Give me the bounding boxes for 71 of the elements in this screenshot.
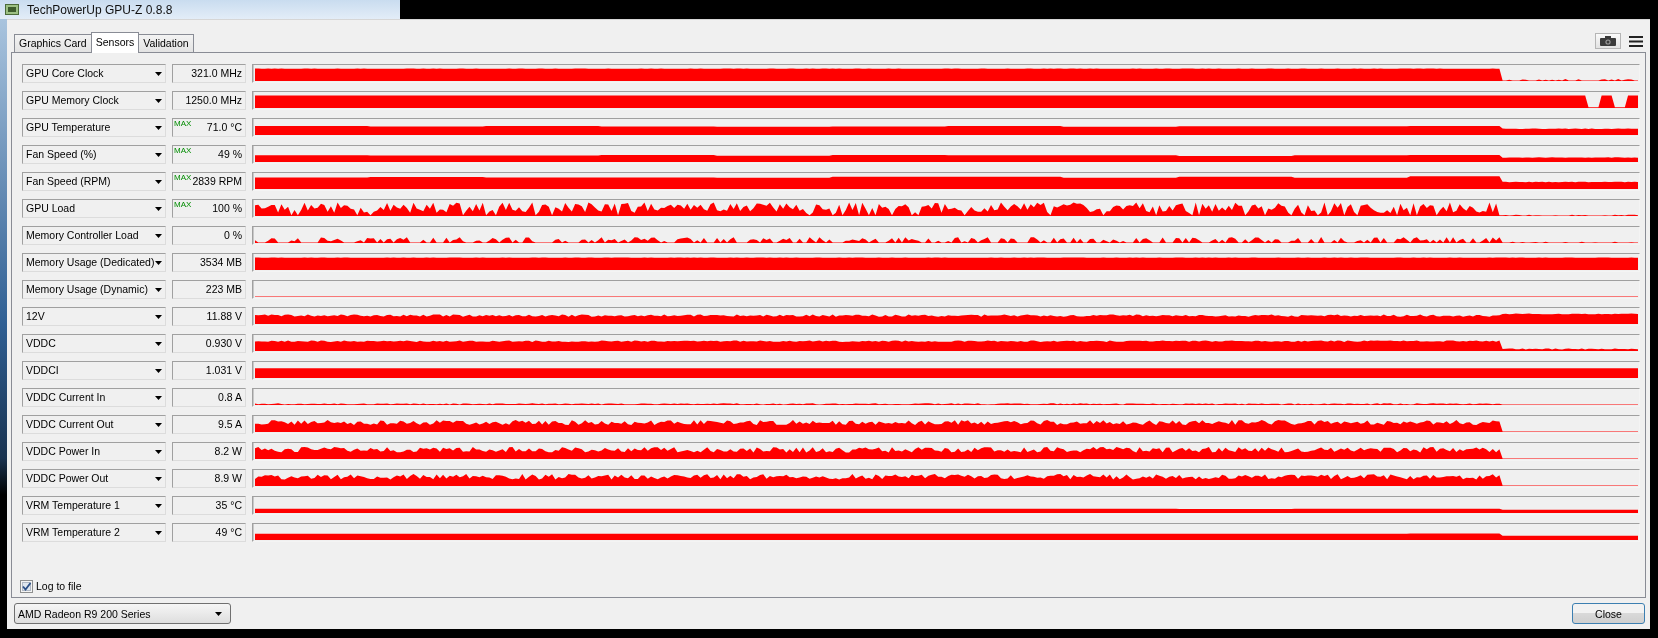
caret-icon [155, 422, 162, 427]
sensor-reading: 223 MB [205, 282, 242, 297]
caret-icon [155, 98, 162, 103]
sensor-dropdown[interactable]: Memory Controller Load [22, 226, 166, 245]
log-checkbox[interactable] [20, 579, 33, 593]
caret-icon [215, 611, 222, 616]
caret-icon [155, 476, 162, 481]
sensor-dropdown[interactable]: VDDCI [22, 361, 166, 380]
screenshot-button[interactable] [1595, 33, 1621, 49]
sensor-reading: 49 °C [215, 525, 242, 540]
device-dropdown[interactable]: AMD Radeon R9 200 Series [14, 603, 231, 624]
sensor-dropdown[interactable]: VDDC [22, 334, 166, 353]
mode-label: MAX [174, 147, 192, 155]
sensor-reading: 1250.0 MHz [185, 93, 242, 108]
caret-icon [155, 530, 162, 535]
mode-label: MAX [174, 174, 192, 182]
sensor-dropdown[interactable]: GPU Load [22, 199, 166, 218]
sensor-reading: 8.2 W [214, 444, 242, 459]
sensor-dropdown[interactable]: VDDC Power In [22, 442, 166, 461]
app-icon [5, 4, 19, 15]
sensor-reading: 100 % [212, 201, 242, 216]
sensor-reading: 8.9 W [214, 471, 242, 486]
window-title: TechPowerUp GPU-Z 0.8.8 [27, 2, 173, 17]
sensor-reading: 1.031 V [205, 363, 242, 378]
sensor-reading: 3534 MB [199, 255, 242, 270]
menu-icon[interactable] [1629, 35, 1643, 47]
caret-icon [155, 395, 162, 400]
sensor-reading: 0.8 A [218, 390, 242, 405]
sensor-dropdown[interactable]: Fan Speed (RPM) [22, 172, 166, 191]
caret-icon [155, 449, 162, 454]
caret-icon [155, 71, 162, 76]
sensor-dropdown[interactable]: Memory Usage (Dedicated) [22, 253, 166, 272]
sensor-dropdown[interactable]: VRM Temperature 2 [22, 523, 166, 542]
sensor-dropdown[interactable]: VDDC Current In [22, 388, 166, 407]
close-button[interactable]: Close [1572, 603, 1645, 624]
sensor-dropdown[interactable]: VDDC Current Out [22, 415, 166, 434]
sensor-dropdown[interactable]: GPU Core Clock [22, 64, 166, 83]
camera-icon [1600, 36, 1616, 46]
caret-icon [155, 314, 162, 319]
caret-icon [155, 341, 162, 346]
caret-icon [155, 125, 162, 130]
sensor-reading: 11.88 V [206, 309, 242, 324]
caret-icon [155, 233, 162, 238]
sensor-dropdown[interactable]: GPU Temperature [22, 118, 166, 137]
mode-label: MAX [174, 201, 192, 209]
caret-icon [155, 206, 162, 211]
sensor-reading: 71.0 °C [206, 120, 242, 135]
caret-icon [155, 260, 163, 265]
caret-icon [155, 503, 162, 508]
sensor-reading: 35 °C [215, 498, 242, 513]
caret-icon [155, 179, 162, 184]
sensor-dropdown[interactable]: 12V [22, 307, 166, 326]
caret-icon [155, 152, 162, 157]
sensor-reading: 9.5 A [218, 417, 242, 432]
sensor-dropdown[interactable]: Fan Speed (%) [22, 145, 166, 164]
sensor-dropdown[interactable]: Memory Usage (Dynamic) [22, 280, 166, 299]
sensor-reading: 321.0 MHz [191, 66, 242, 81]
sensor-dropdown[interactable]: VDDC Power Out [22, 469, 166, 488]
caret-icon [155, 287, 162, 292]
tab[interactable]: Graphics Card [14, 34, 92, 52]
tab[interactable]: Validation [138, 34, 194, 52]
checkbox-label[interactable]: Log to file [36, 579, 82, 593]
mode-label: MAX [174, 120, 192, 128]
sensor-dropdown[interactable]: GPU Memory Clock [22, 91, 166, 110]
sensor-reading: 49 % [218, 147, 242, 162]
sensor-reading: 0.930 V [205, 336, 242, 351]
tab[interactable]: Sensors [90, 32, 140, 53]
sensor-reading: 2839 RPM [192, 174, 242, 189]
caret-icon [155, 368, 162, 373]
sensor-reading: 0 % [223, 228, 242, 243]
sensor-dropdown[interactable]: VRM Temperature 1 [22, 496, 166, 515]
